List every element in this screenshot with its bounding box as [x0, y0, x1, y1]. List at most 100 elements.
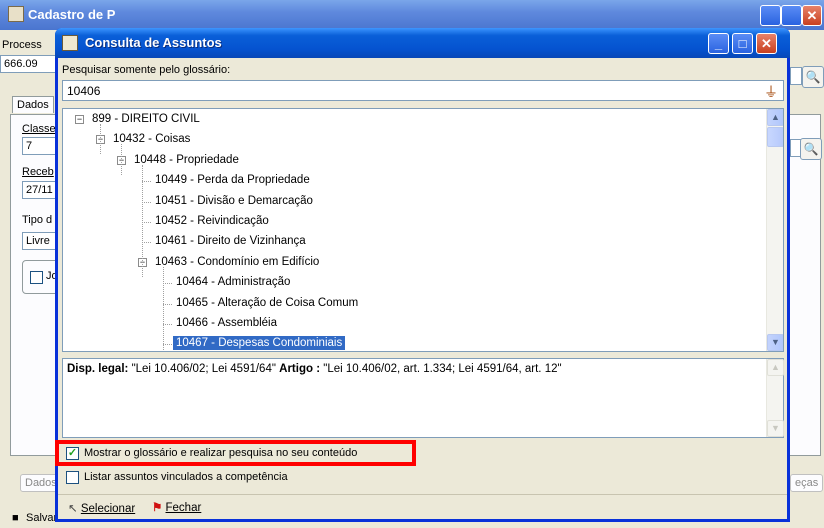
parent-minimize-button[interactable]: [760, 5, 781, 26]
clear-search-icon[interactable]: ⏚: [762, 82, 780, 100]
select-button[interactable]: ↖ Selecionar: [68, 501, 135, 515]
scroll-down-button[interactable]: ▼: [767, 334, 783, 351]
collapse-icon[interactable]: −: [75, 115, 84, 124]
memo-scrollbar[interactable]: ▲ ▼: [766, 359, 784, 437]
process-field-right[interactable]: [790, 67, 802, 85]
close-dialog-button[interactable]: ⚑ Fechar: [152, 500, 201, 514]
search-input[interactable]: 10406: [62, 80, 784, 101]
highlight-box: [55, 440, 416, 466]
jo-checkbox[interactable]: [30, 271, 43, 284]
close-dialog-label: Fechar: [165, 502, 202, 514]
disp-legal-label: Disp. legal:: [67, 363, 129, 375]
parent-maximize-button[interactable]: [781, 5, 802, 26]
classe-search-button[interactable]: 🔍: [800, 138, 822, 160]
tab-panel-right: [790, 114, 821, 456]
maximize-icon: □: [738, 36, 747, 51]
tree-node[interactable]: 899 - DIREITO CIVIL: [89, 110, 203, 128]
tree-connector: [142, 181, 151, 183]
tree-node[interactable]: 10449 - Perda da Propriedade: [152, 171, 313, 189]
search-icon: 🔍: [803, 142, 819, 156]
tree-node-label: 10432 - Coisas: [113, 133, 191, 146]
search-icon: 🔍: [805, 70, 821, 84]
memo-scroll-down-button[interactable]: ▼: [767, 420, 784, 437]
tree-node-label: 10451 - Divisão e Demarcação: [155, 194, 313, 207]
tree-connector: [163, 344, 172, 346]
memo-scroll-up-button[interactable]: ▲: [767, 359, 784, 376]
tree-node-label: 10461 - Direito de Vizinhança: [155, 235, 306, 248]
dialog-title: Consulta de Assuntos: [85, 35, 222, 50]
tree-connector: [142, 201, 151, 203]
dialog-title-bar: Consulta de Assuntos _ □ ✕: [55, 28, 790, 58]
dados-bottom-label: Dados: [25, 477, 57, 489]
artigo-value: "Lei 10.406/02, art. 1.334; Lei 4591/64,…: [323, 363, 562, 375]
tree-node-label: 10448 - Propriedade: [134, 153, 239, 166]
artigo-label: Artigo :: [279, 363, 321, 375]
tree-node[interactable]: 10464 - Administração: [173, 273, 293, 291]
save-button[interactable]: Salvar: [26, 512, 57, 524]
tree-node-label: 10467 - Despesas Condominiais: [171, 335, 347, 351]
process-field[interactable]: 666.09: [0, 55, 58, 73]
dialog-maximize-button[interactable]: □: [732, 33, 753, 54]
tree-connector: [121, 144, 122, 175]
tree-node[interactable]: 10451 - Divisão e Demarcação: [152, 192, 316, 210]
tree-node-label: 10463 - Condomínio em Edifício: [155, 255, 320, 268]
tipo-label: Tipo d: [22, 214, 53, 226]
minimize-icon: _: [714, 36, 723, 51]
close-icon: ✕: [806, 8, 818, 23]
process-label: Process: [2, 39, 42, 51]
tree-connector: [142, 242, 151, 244]
pecas-label: eças: [795, 477, 819, 489]
tree-node-label: 10466 - Assembléia: [176, 317, 278, 329]
tree-node-label: 899 - DIREITO CIVIL: [92, 113, 200, 125]
tab-dados-label: Dados: [17, 99, 49, 111]
tree-node[interactable]: 10432 - Coisas: [110, 130, 193, 148]
tree-connector: [142, 164, 143, 277]
tree-node[interactable]: 10467 - Despesas Condominiais: [171, 334, 347, 351]
disp-legal-value: "Lei 10.406/02; Lei 4591/64": [131, 363, 276, 375]
receb-field[interactable]: 27/11: [22, 181, 58, 199]
parent-title-bar: Cadastro de P: [0, 0, 824, 30]
tree-connector: [163, 266, 164, 351]
scroll-up-button[interactable]: ▲: [767, 109, 783, 126]
toolbar-divider: [58, 494, 787, 495]
classe-label: Classe: [22, 123, 56, 135]
receb-label: Receb: [22, 166, 54, 178]
tree-connector: [163, 283, 172, 285]
classe-field[interactable]: 7: [22, 137, 58, 155]
tree-node-label: 10452 - Reivindicação: [155, 215, 269, 227]
parent-title: Cadastro de P: [28, 7, 116, 22]
parent-close-button[interactable]: ✕: [802, 5, 822, 26]
tree-node[interactable]: 10463 - Condomínio em Edifício: [152, 253, 322, 271]
select-icon: ↖: [68, 503, 78, 515]
select-button-label: Selecionar: [80, 503, 136, 515]
save-icon: ■: [12, 512, 19, 524]
close-icon: ✕: [761, 36, 772, 51]
tree-node-label: 10449 - Perda da Propriedade: [155, 174, 310, 187]
tree-scrollbar[interactable]: ▲ ▼: [766, 109, 783, 351]
process-search-button[interactable]: 🔍: [802, 66, 824, 88]
tab-dados[interactable]: Dados: [12, 96, 54, 113]
tree-connector: [142, 222, 151, 223]
tree-connector: [163, 303, 172, 305]
tree-node[interactable]: 10452 - Reivindicação: [152, 212, 272, 230]
dialog-app-icon: [62, 35, 78, 51]
tipo-field[interactable]: Livre: [22, 232, 58, 250]
tree-node[interactable]: 10448 - Propriedade: [131, 151, 242, 169]
app-icon: [8, 6, 24, 22]
search-label: Pesquisar somente pelo glossário:: [62, 64, 231, 76]
tree-node-label: 10465 - Alteração de Coisa Comum: [176, 296, 359, 309]
dialog-close-button[interactable]: ✕: [756, 33, 777, 54]
subject-tree[interactable]: 899 - DIREITO CIVIL −10432 - Coisas −10448…: [62, 108, 784, 352]
pecas-button[interactable]: eças: [790, 474, 824, 492]
legal-info-memo[interactable]: Disp. legal: "Lei 10.406/02; Lei 4591/64…: [62, 358, 784, 438]
tree-connector: [100, 124, 101, 155]
tree-node-label: 10464 - Administração: [176, 276, 291, 289]
flag-icon: ⚑: [152, 502, 163, 514]
competencia-checkbox-label: Listar assuntos vinculados a competência: [84, 471, 288, 483]
scroll-thumb[interactable]: [767, 127, 783, 147]
tree-node[interactable]: 10461 - Direito de Vizinhança: [152, 232, 309, 250]
competencia-checkbox[interactable]: [66, 471, 79, 484]
dialog-minimize-button[interactable]: _: [708, 33, 729, 54]
tree-node[interactable]: 10466 - Assembléia: [173, 314, 280, 332]
tree-node[interactable]: 10465 - Alteração de Coisa Comum: [173, 294, 361, 312]
